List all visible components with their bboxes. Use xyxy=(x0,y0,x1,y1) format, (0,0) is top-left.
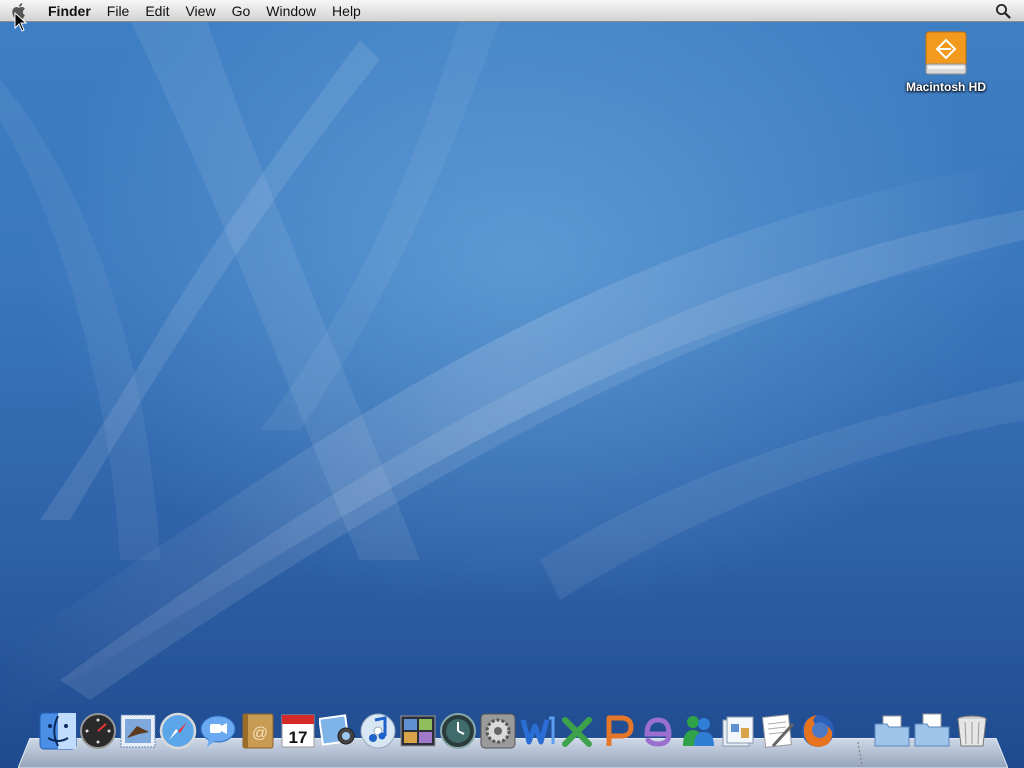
desktop-icon-label: Macintosh HD xyxy=(905,80,986,94)
messenger-icon[interactable] xyxy=(678,712,718,760)
mail-icon[interactable] xyxy=(118,712,158,760)
external-drive-icon xyxy=(925,31,967,75)
menu-window[interactable]: Window xyxy=(258,0,324,22)
entourage-icon[interactable] xyxy=(638,712,678,760)
documents-folder-icon[interactable] xyxy=(872,712,912,760)
dock: @ 17 xyxy=(38,712,998,760)
spotlight-search-icon[interactable] xyxy=(992,0,1014,22)
wallpaper xyxy=(0,0,1024,720)
menu-help[interactable]: Help xyxy=(324,0,369,22)
mouse-cursor-icon xyxy=(14,12,28,32)
menu-app-name[interactable]: Finder xyxy=(40,0,99,22)
word-icon[interactable] xyxy=(518,712,558,760)
downloads-folder-icon[interactable] xyxy=(912,712,952,760)
calendar-date: 17 xyxy=(289,728,308,747)
powerpoint-icon[interactable] xyxy=(598,712,638,760)
safari-icon[interactable] xyxy=(158,712,198,760)
menu-go[interactable]: Go xyxy=(224,0,259,22)
desktop[interactable]: Finder File Edit View Go Window Help Mac… xyxy=(0,0,1024,768)
iphoto-icon[interactable] xyxy=(318,712,358,760)
applications-stack-icon[interactable] xyxy=(718,712,758,760)
dashboard-icon[interactable] xyxy=(78,712,118,760)
menu-bar: Finder File Edit View Go Window Help xyxy=(0,0,1024,22)
calendar-icon[interactable]: 17 xyxy=(278,712,318,760)
time-machine-icon[interactable] xyxy=(438,712,478,760)
menu-view[interactable]: View xyxy=(177,0,223,22)
system-preferences-icon[interactable] xyxy=(478,712,518,760)
desktop-icon-macintosh-hd[interactable]: Macintosh HD xyxy=(896,30,996,96)
finder-icon[interactable] xyxy=(38,712,78,760)
excel-icon[interactable] xyxy=(558,712,598,760)
ichat-icon[interactable] xyxy=(198,712,238,760)
address-book-glyph: @ xyxy=(252,725,268,742)
spaces-icon[interactable] xyxy=(398,712,438,760)
address-book-icon[interactable]: @ xyxy=(238,712,278,760)
itunes-icon[interactable] xyxy=(358,712,398,760)
firefox-icon[interactable] xyxy=(798,712,838,760)
textedit-icon[interactable] xyxy=(758,712,798,760)
menu-edit[interactable]: Edit xyxy=(137,0,177,22)
menu-file[interactable]: File xyxy=(99,0,138,22)
trash-icon[interactable] xyxy=(952,712,992,760)
